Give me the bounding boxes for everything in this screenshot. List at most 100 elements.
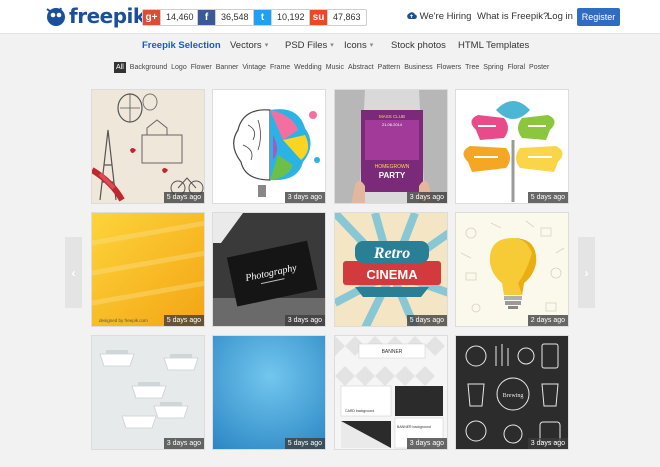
facebook-share[interactable]: f 36,548 (197, 9, 255, 26)
tag-frame[interactable]: Frame (270, 62, 290, 73)
logo-mark-icon (44, 5, 66, 27)
tag-music[interactable]: Music (326, 62, 344, 73)
light-bulb-art (456, 213, 568, 326)
poster-line2: 21.06.2014 (382, 122, 403, 127)
tab-psd-files[interactable]: PSD Files ▾ (285, 40, 334, 51)
poster-line3: HOMEGROWN (375, 164, 410, 170)
poster-line1: MASS CLUB (379, 114, 405, 119)
tag-poster[interactable]: Poster (529, 62, 549, 73)
facebook-count: 36,548 (215, 10, 254, 25)
time-stamp: 2 days ago (527, 315, 568, 326)
yellow-background-art (92, 213, 204, 326)
tag-pattern[interactable]: Pattern (378, 62, 401, 73)
time-stamp: 3 days ago (163, 438, 204, 449)
google-plus-icon: g+ (143, 10, 160, 25)
retro-text: Retro (373, 245, 410, 262)
resource-thumbnail-light-bulb[interactable]: 2 days ago (455, 212, 569, 327)
freepik-logo[interactable]: freepik (44, 4, 146, 28)
google-plus-share[interactable]: g+ 14,460 (142, 9, 200, 26)
resource-thumbnail-blue-background[interactable]: 5 days ago (212, 335, 326, 450)
next-arrow-button[interactable]: › (578, 237, 595, 308)
tag-filter-bar: All Background Logo Flower Banner Vintag… (114, 61, 553, 73)
resource-thumbnail-business-card[interactable]: Photography 3 days ago (212, 212, 326, 327)
cloud-upload-icon (407, 12, 417, 19)
designed-by-label: designed by freepik.com (99, 318, 148, 323)
facebook-icon: f (198, 10, 215, 25)
google-plus-count: 14,460 (160, 10, 199, 25)
resource-thumbnail-yellow-background[interactable]: designed by freepik.com 5 days ago (91, 212, 205, 327)
prev-arrow-button[interactable]: ‹ (65, 237, 82, 308)
tag-floral[interactable]: Floral (508, 62, 526, 73)
tab-icons[interactable]: Icons ▾ (344, 40, 373, 51)
party-poster-art: MASS CLUB 21.06.2014 HOMEGROWN PARTY (335, 90, 447, 203)
time-stamp: 3 days ago (527, 438, 568, 449)
chalkboard-beer-art: Brewing (456, 336, 568, 449)
stumbleupon-share[interactable]: su 47,863 (309, 9, 367, 26)
twitter-icon: t (254, 10, 271, 25)
banner-text: BANNER (382, 349, 403, 355)
tag-spring[interactable]: Spring (483, 62, 503, 73)
time-stamp: 5 days ago (406, 315, 447, 326)
resource-thumbnail-party-poster[interactable]: MASS CLUB 21.06.2014 HOMEGROWN PARTY 3 d… (334, 89, 448, 204)
chevron-down-icon: ▾ (369, 42, 374, 49)
banner-bg-text: BANNER background (397, 425, 431, 429)
register-button[interactable]: Register (577, 8, 620, 26)
tab-icons-label: Icons (344, 40, 367, 51)
paris-sketch-art (92, 90, 204, 203)
tag-background[interactable]: Background (130, 62, 167, 73)
time-stamp: 5 days ago (284, 438, 325, 449)
resource-thumbnail-chalkboard-beer[interactable]: Brewing 3 days ago (455, 335, 569, 450)
logo-text: freepik (69, 4, 146, 28)
tag-wedding[interactable]: Wedding (294, 62, 322, 73)
tab-vectors[interactable]: Vectors ▾ (230, 40, 268, 51)
chevron-down-icon: ▾ (264, 42, 269, 49)
stumbleupon-count: 47,863 (327, 10, 366, 25)
resource-thumbnail-shelves[interactable]: 3 days ago (91, 335, 205, 450)
chevron-right-icon: › (584, 265, 589, 280)
tag-flowers[interactable]: Flowers (437, 62, 462, 73)
twitter-share[interactable]: t 10,192 (253, 9, 311, 26)
time-stamp: 3 days ago (284, 192, 325, 203)
poster-line4: PARTY (379, 171, 406, 180)
tag-all[interactable]: All (114, 61, 126, 73)
resource-thumbnail-banner-card[interactable]: BANNER CARD background BANNER background… (334, 335, 448, 450)
chevron-down-icon: ▾ (330, 42, 334, 49)
tab-html-templates[interactable]: HTML Templates (458, 40, 529, 51)
card-bg-text: CARD background (345, 409, 374, 413)
banner-card-art: BANNER CARD background BANNER background (335, 336, 447, 449)
tab-stock-photos[interactable]: Stock photos (391, 40, 446, 51)
time-stamp: 5 days ago (163, 315, 204, 326)
resource-thumbnail-infographic[interactable]: 5 days ago (455, 89, 569, 204)
retro-cinema-art: Retro CINEMA (335, 213, 447, 326)
tab-freepik-selection[interactable]: Freepik Selection (142, 40, 221, 51)
cinema-text: CINEMA (366, 267, 418, 282)
hiring-label: We're Hiring (419, 11, 472, 22)
tag-tree[interactable]: Tree (465, 62, 479, 73)
time-stamp: 3 days ago (406, 192, 447, 203)
business-card-art: Photography (213, 213, 325, 326)
tab-vectors-label: Vectors (230, 40, 262, 51)
what-is-freepik-link[interactable]: What is Freepik? (477, 9, 548, 25)
tag-logo[interactable]: Logo (171, 62, 187, 73)
svg-text:Brewing: Brewing (503, 393, 524, 399)
top-header: freepik g+ 14,460 f 36,548 t 10,192 su 4… (0, 0, 660, 34)
twitter-count: 10,192 (271, 10, 310, 25)
tag-vintage[interactable]: Vintage (242, 62, 266, 73)
resource-thumbnail-retro-cinema[interactable]: Retro CINEMA 5 days ago (334, 212, 448, 327)
tag-abstract[interactable]: Abstract (348, 62, 374, 73)
tag-business[interactable]: Business (404, 62, 432, 73)
infographic-art (456, 90, 568, 203)
resource-thumbnail-paris-sketch[interactable]: 5 days ago (91, 89, 205, 204)
blue-background-art (213, 336, 325, 449)
time-stamp: 5 days ago (527, 192, 568, 203)
shelves-art (92, 336, 204, 449)
tag-flower[interactable]: Flower (191, 62, 212, 73)
time-stamp: 5 days ago (163, 192, 204, 203)
category-nav: Freepik Selection Vectors ▾ PSD Files ▾ Ic… (0, 35, 660, 57)
resource-thumbnail-brain[interactable]: 3 days ago (212, 89, 326, 204)
tab-psd-files-label: PSD Files (285, 40, 328, 51)
tag-banner[interactable]: Banner (216, 62, 239, 73)
hiring-link[interactable]: We're Hiring (406, 9, 471, 25)
login-link[interactable]: Log in (547, 9, 573, 25)
stumbleupon-icon: su (310, 10, 327, 25)
